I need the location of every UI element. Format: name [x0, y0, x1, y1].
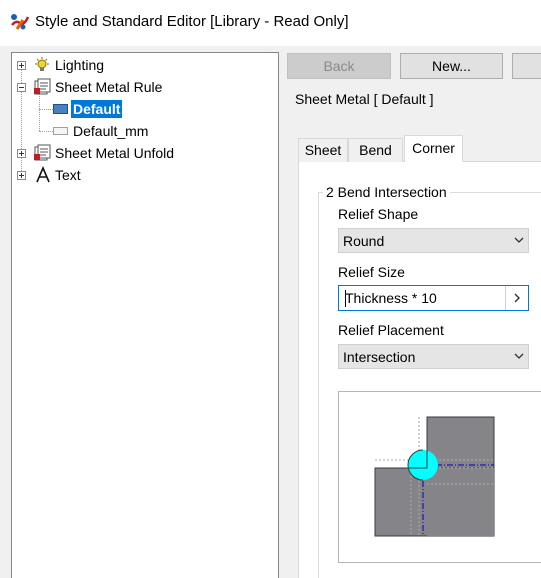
- chevron-down-icon: [514, 353, 524, 359]
- toolbar-button-clipped[interactable]: [512, 53, 541, 79]
- tree-item-label: Default: [71, 100, 123, 118]
- relief-preview-diagram: [374, 416, 495, 537]
- relief-size-value: Thickness * 10: [345, 290, 437, 306]
- relief-size-input[interactable]: Thickness * 10: [338, 285, 529, 311]
- corner-relief-preview: [338, 391, 541, 563]
- relief-placement-select[interactable]: Intersection: [338, 344, 529, 369]
- expand-icon[interactable]: [17, 171, 26, 180]
- collapse-icon[interactable]: [17, 83, 26, 92]
- relief-shape-value: Round: [343, 233, 385, 249]
- flange-overlap: [427, 468, 494, 536]
- tree-item-lighting[interactable]: Lighting: [12, 55, 278, 75]
- relief-placement-value: Intersection: [343, 349, 416, 365]
- app-icon: [11, 14, 30, 30]
- chevron-right-icon: [514, 293, 520, 303]
- style-tree[interactable]: Lighting Sheet Metal Rule Default Defaul…: [11, 52, 279, 578]
- tab-sheet[interactable]: Sheet: [298, 138, 348, 162]
- relief-placement-label: Relief Placement: [338, 322, 444, 338]
- tree-item-label: Sheet Metal Rule: [55, 79, 163, 95]
- tree-item-label: Lighting: [55, 57, 105, 73]
- tree-item-default[interactable]: Default: [12, 99, 278, 119]
- style-header: Sheet Metal [ Default ]: [295, 91, 434, 107]
- relief-shape-label: Relief Shape: [338, 206, 419, 222]
- tree-item-text[interactable]: Text: [12, 165, 278, 185]
- lightbulb-icon: [35, 57, 49, 71]
- text-caret: [345, 290, 346, 307]
- back-button[interactable]: Back: [287, 53, 391, 79]
- relief-size-label: Relief Size: [338, 264, 405, 280]
- new-button[interactable]: New...: [400, 53, 503, 79]
- tree-item-label: Sheet Metal Unfold: [55, 145, 175, 161]
- tree-item-label: Default_mm: [73, 123, 149, 139]
- text-style-icon: [36, 166, 50, 183]
- title-bar: Style and Standard Editor [Library - Rea…: [0, 0, 541, 46]
- tab-bend[interactable]: Bend: [348, 138, 403, 162]
- expand-icon[interactable]: [17, 149, 26, 158]
- group-title: 2 Bend Intersection: [323, 184, 450, 200]
- tree-item-sheet-metal-unfold[interactable]: Sheet Metal Unfold: [12, 143, 278, 163]
- tree-item-default-mm[interactable]: Default_mm: [12, 121, 278, 141]
- style-swatch-icon: [53, 104, 68, 114]
- relief-size-flyout-button[interactable]: [505, 286, 528, 310]
- relief-shape-select[interactable]: Round: [338, 228, 529, 253]
- sheet-metal-rule-icon: [34, 78, 51, 95]
- expand-icon[interactable]: [17, 61, 26, 70]
- window-title: Style and Standard Editor [Library - Rea…: [35, 13, 349, 30]
- style-swatch-icon: [53, 127, 68, 135]
- chevron-down-icon: [514, 237, 524, 243]
- tab-corner[interactable]: Corner: [404, 135, 463, 162]
- tree-item-sheet-metal-rule[interactable]: Sheet Metal Rule: [12, 77, 278, 97]
- sheet-metal-unfold-icon: [34, 144, 51, 161]
- tree-item-label: Text: [55, 167, 81, 183]
